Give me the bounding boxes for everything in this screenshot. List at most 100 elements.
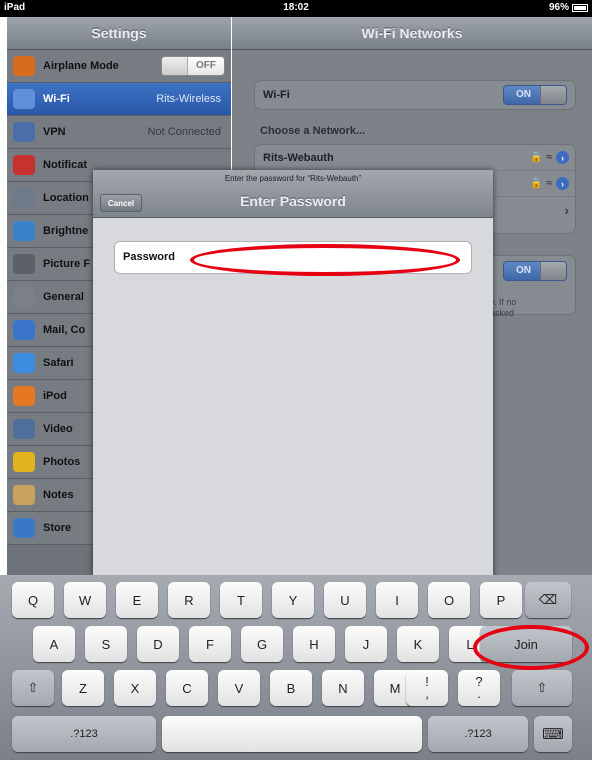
wifi-icon xyxy=(13,89,35,109)
ask-toggle-text: ON xyxy=(516,265,531,276)
settings-item-label: Video xyxy=(43,423,73,435)
settings-item-label: Airplane Mode xyxy=(43,60,119,72)
key-r[interactable]: R xyxy=(168,582,210,618)
backspace-icon: ⌫ xyxy=(538,592,558,607)
shift-left-key[interactable]: ⇧ xyxy=(12,670,54,706)
network-row[interactable]: Rits-Webauth 🔒 ≈ › xyxy=(255,145,575,171)
settings-item-label: General xyxy=(43,291,84,303)
shift-right-key[interactable]: ⇧ xyxy=(512,670,572,706)
store-icon xyxy=(13,518,35,538)
detail-disclosure-icon[interactable]: › xyxy=(556,151,569,164)
key-c[interactable]: C xyxy=(166,670,208,706)
key-e[interactable]: E xyxy=(116,582,158,618)
backspace-key[interactable]: ⌫ xyxy=(525,582,571,618)
key-v[interactable]: V xyxy=(218,670,260,706)
settings-item-label: Wi-Fi xyxy=(43,93,70,105)
dialog-title: Enter Password xyxy=(240,193,346,209)
key-b[interactable]: B xyxy=(270,670,312,706)
chevron-right-icon: › xyxy=(564,202,569,218)
key-y[interactable]: Y xyxy=(272,582,314,618)
key-bottom-char: . xyxy=(477,686,481,701)
notifications-icon xyxy=(13,155,35,175)
key-j[interactable]: J xyxy=(345,626,387,662)
wifi-label: Wi-Fi xyxy=(263,89,290,101)
ask-hint-line-2: asked xyxy=(490,308,515,318)
ask-hint-line-1: y. If no xyxy=(490,297,517,307)
settings-item-label: Brightne xyxy=(43,225,89,237)
toggle-text: OFF xyxy=(196,60,216,71)
key-u[interactable]: U xyxy=(324,582,366,618)
ask-join-hint: y. If no asked xyxy=(490,297,516,319)
wifi-signal-icon: ≈ xyxy=(546,178,553,189)
settings-item-label: Photos xyxy=(43,456,81,468)
key-f[interactable]: F xyxy=(189,626,231,662)
key-n[interactable]: N xyxy=(322,670,364,706)
video-icon xyxy=(13,419,35,439)
numbers-label: .?123 xyxy=(70,728,98,740)
lock-icon: 🔒 xyxy=(530,152,543,163)
airplane-mode-toggle[interactable]: OFF xyxy=(161,56,225,76)
settings-item-label: Picture F xyxy=(43,258,91,270)
wifi-toggle-text: ON xyxy=(516,89,531,100)
detail-disclosure-icon[interactable]: › xyxy=(556,177,569,190)
location-icon xyxy=(13,188,35,208)
wifi-panel-title: Wi-Fi Networks xyxy=(232,17,592,50)
key-p[interactable]: P xyxy=(480,582,522,618)
numbers-left-key[interactable]: .?123 xyxy=(12,716,156,752)
settings-item-label: Mail, Co xyxy=(43,324,86,336)
key-k[interactable]: K xyxy=(397,626,439,662)
settings-item-label: Store xyxy=(43,522,72,534)
wifi-toggle[interactable]: ON xyxy=(503,85,567,105)
key-s[interactable]: S xyxy=(85,626,127,662)
key-h[interactable]: H xyxy=(293,626,335,662)
wifi-signal-icon: ≈ xyxy=(546,152,553,163)
settings-item[interactable]: VPN Not Connected xyxy=(7,116,231,149)
dialog-prompt: Enter the password for “Rits-Webauth” xyxy=(224,174,362,183)
key-i[interactable]: I xyxy=(376,582,418,618)
mail-icon xyxy=(13,320,35,340)
password-row: Password xyxy=(114,241,472,274)
exclaim-comma-key[interactable]: !, xyxy=(406,670,448,706)
space-key[interactable] xyxy=(162,716,422,752)
numbers-right-key[interactable]: .?123 xyxy=(428,716,528,752)
settings-item[interactable]: Airplane Mode OFF xyxy=(7,50,231,83)
settings-item-label: VPN xyxy=(43,126,66,138)
notes-icon xyxy=(13,485,35,505)
key-q[interactable]: Q xyxy=(12,582,54,618)
enter-password-dialog: Enter the password for “Rits-Webauth” Ca… xyxy=(93,170,493,597)
settings-item-label: Safari xyxy=(43,357,74,369)
key-g[interactable]: G xyxy=(241,626,283,662)
onscreen-keyboard: QWERTYUIOP ASDFGHJKL ZXCVBNM ⌫ Join ⇧ !,… xyxy=(0,575,592,760)
key-w[interactable]: W xyxy=(64,582,106,618)
picture-frame-icon xyxy=(13,254,35,274)
ipod-icon xyxy=(13,386,35,406)
key-z[interactable]: Z xyxy=(62,670,104,706)
hide-keyboard-key[interactable]: ⌨ xyxy=(534,716,572,752)
general-gear-icon xyxy=(13,287,35,307)
photos-icon xyxy=(13,452,35,472)
settings-item-label: Notificat xyxy=(43,159,87,171)
key-a[interactable]: A xyxy=(33,626,75,662)
settings-item-label: Notes xyxy=(43,489,74,501)
ask-join-toggle[interactable]: ON xyxy=(503,261,567,281)
numbers-label: .?123 xyxy=(464,728,492,740)
shift-icon: ⇧ xyxy=(27,680,39,695)
question-period-key[interactable]: ?. xyxy=(458,670,500,706)
key-d[interactable]: D xyxy=(137,626,179,662)
vpn-icon xyxy=(13,122,35,142)
shift-icon: ⇧ xyxy=(536,680,548,695)
settings-item-value: Rits-Wireless xyxy=(156,93,221,105)
settings-item-label: Location xyxy=(43,192,89,204)
battery-icon xyxy=(572,3,588,12)
key-t[interactable]: T xyxy=(220,582,262,618)
battery-percent: 96% xyxy=(548,2,569,13)
dialog-header: Enter the password for “Rits-Webauth” Ca… xyxy=(93,170,493,218)
status-bar: iPad 18:02 96% xyxy=(0,0,592,17)
key-o[interactable]: O xyxy=(428,582,470,618)
choose-network-header: Choose a Network... xyxy=(260,125,366,137)
settings-item-value: Not Connected xyxy=(147,126,221,138)
settings-item[interactable]: Wi-Fi Rits-Wireless xyxy=(7,83,231,116)
join-key[interactable]: Join xyxy=(480,626,572,662)
password-input[interactable] xyxy=(199,246,461,270)
key-x[interactable]: X xyxy=(114,670,156,706)
